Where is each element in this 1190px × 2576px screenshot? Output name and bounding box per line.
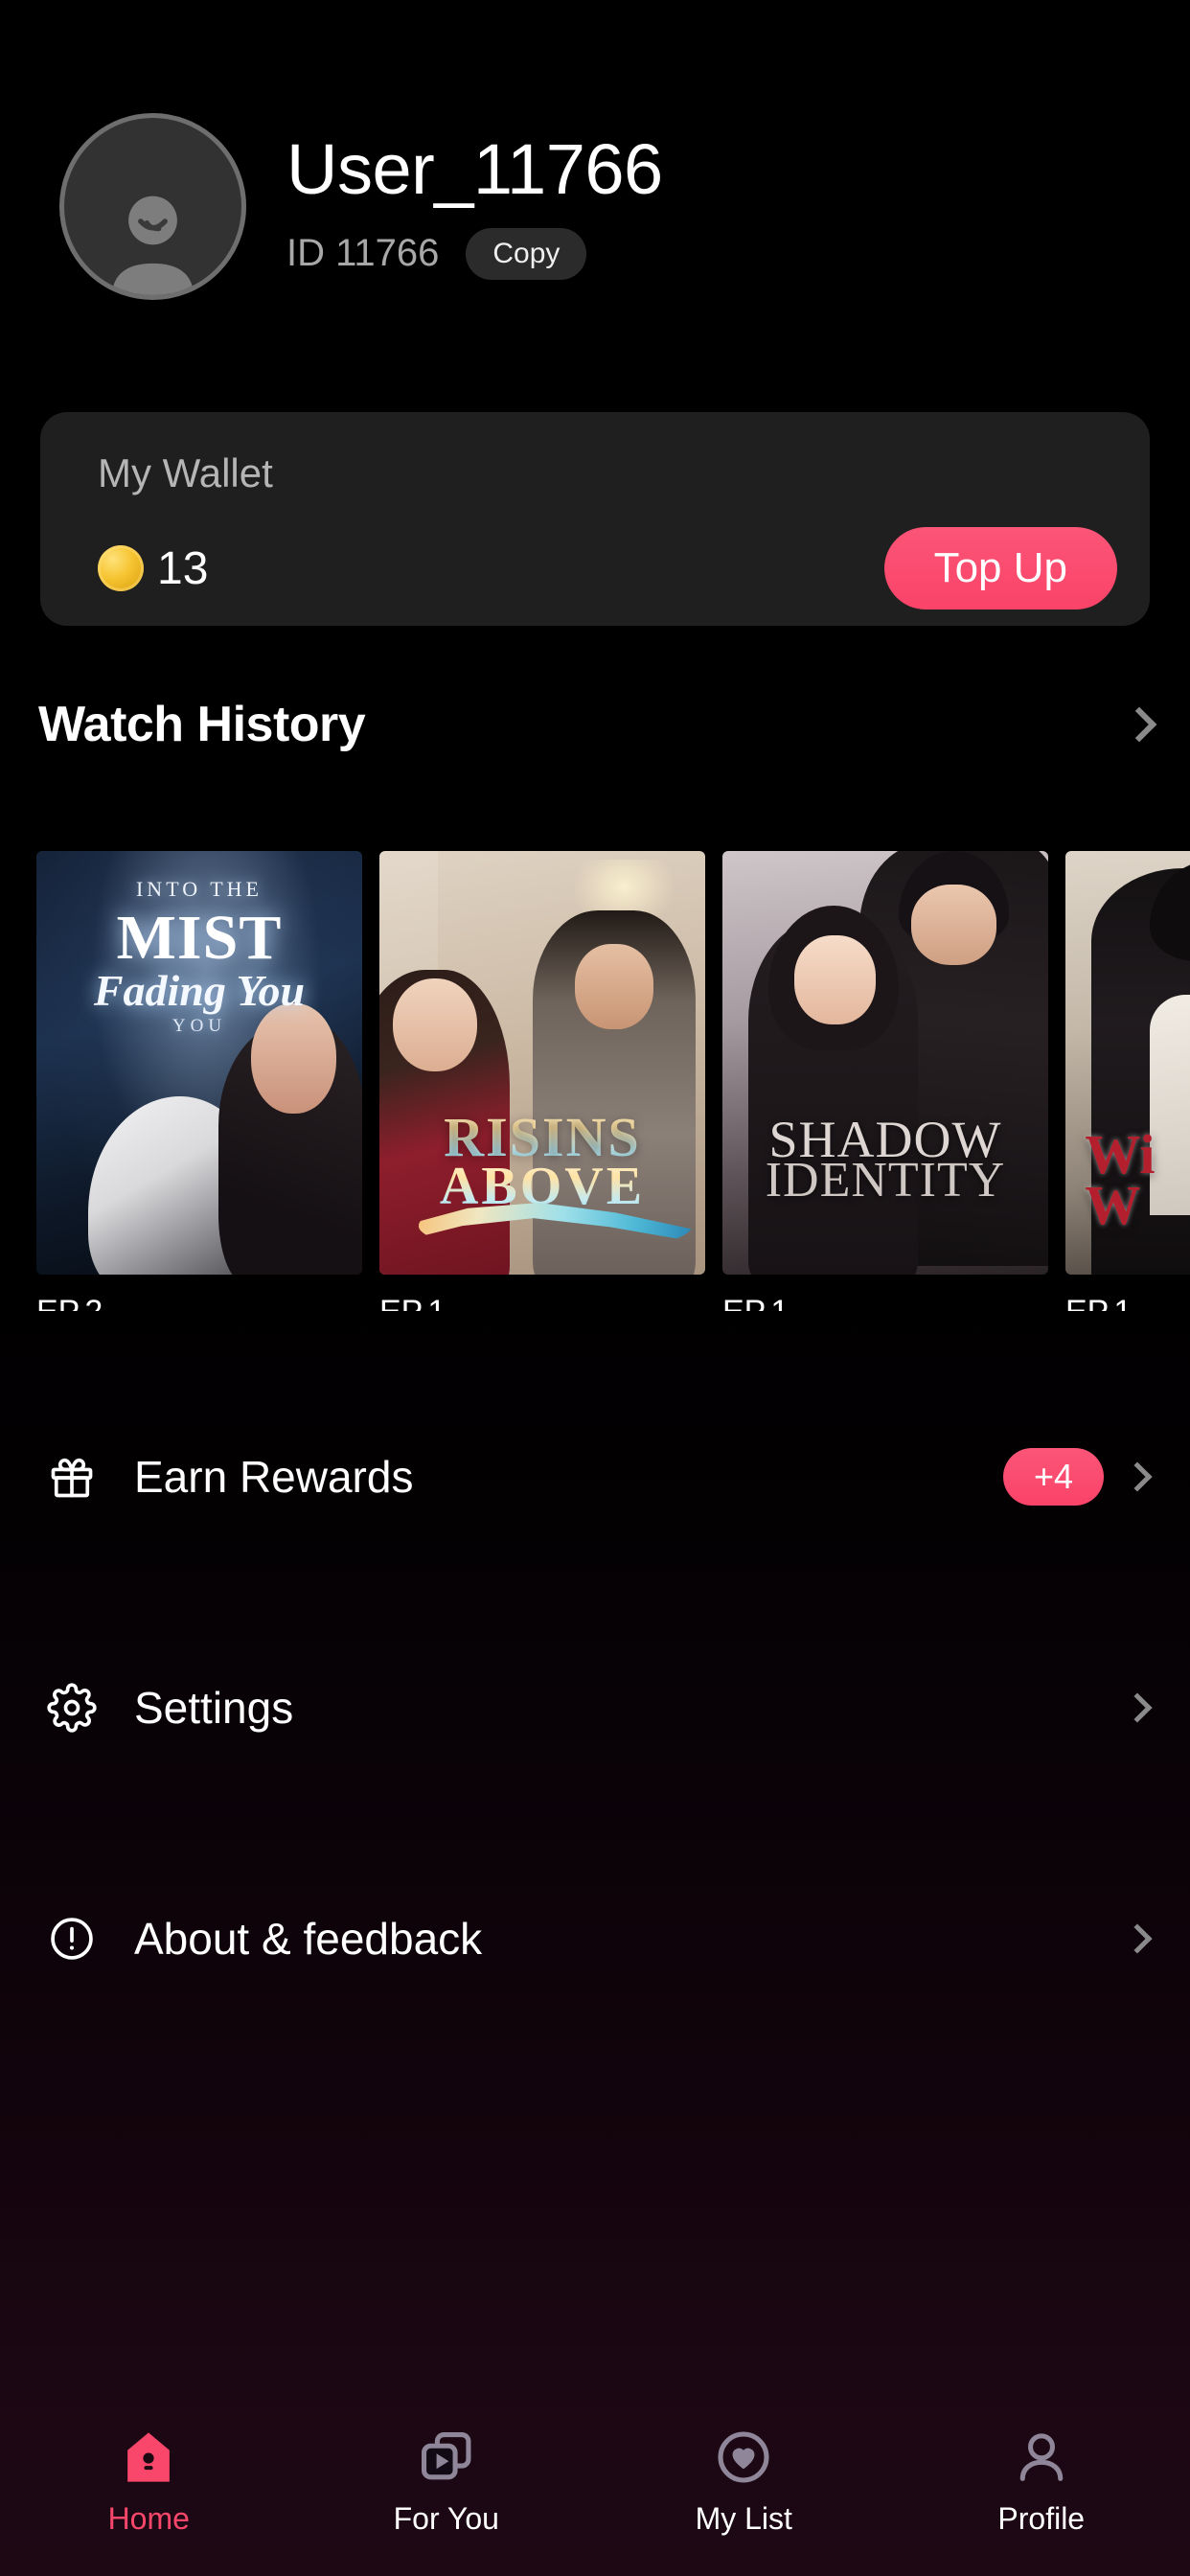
home-icon (127, 2432, 171, 2482)
episode-label: EP.2 (36, 1294, 362, 1311)
chevron-right-icon[interactable] (1122, 1923, 1153, 1954)
copy-button[interactable]: Copy (466, 227, 587, 280)
poster-title-line: IDENTITY (765, 1152, 1006, 1208)
poster-thumbnail[interactable]: RISINS ABOVE (379, 851, 705, 1275)
poster-art: Wi W (1065, 851, 1190, 1275)
tab-profile[interactable]: Profile (893, 2426, 1190, 2537)
watch-history-title: Watch History (38, 697, 366, 752)
tab-label: For You (393, 2501, 499, 2536)
poster-art: SHADOW IDENTITY (722, 851, 1048, 1275)
tab-home[interactable]: Home (0, 2426, 298, 2537)
heart-circle-icon (718, 2431, 769, 2483)
watch-history-header[interactable]: Watch History (38, 696, 1157, 753)
episode-label: EP.1 (722, 1294, 1048, 1311)
watch-history-card[interactable]: RISINS ABOVE EP.1 (379, 851, 705, 1311)
menu-item-about-feedback[interactable]: About & feedback (0, 1882, 1190, 1995)
wallet-balance-row: 13 Top Up (98, 527, 1117, 610)
tab-for-you[interactable]: For You (298, 2426, 596, 2537)
poster-title-line: Fading You (93, 966, 306, 1016)
menu-item-label: Earn Rewards (134, 1452, 414, 1502)
chevron-right-icon[interactable] (1122, 1692, 1153, 1723)
episode-label: EP.1 (1065, 1294, 1190, 1311)
watch-history-card[interactable]: INTO THE MIST Fading You YOU EP.2 (36, 851, 362, 1311)
chevron-right-icon[interactable] (1121, 706, 1157, 743)
menu-item-settings[interactable]: Settings (0, 1651, 1190, 1764)
tab-my-list[interactable]: My List (595, 2426, 893, 2537)
poster-thumbnail[interactable]: Wi W (1065, 851, 1190, 1275)
id-row: ID 11766 Copy (286, 227, 663, 280)
poster-art: INTO THE MIST Fading You YOU (36, 851, 362, 1275)
info-circle-icon (42, 1914, 102, 1964)
person-icon (1019, 2433, 1064, 2481)
tab-label: Profile (997, 2501, 1086, 2536)
identity-block: User_11766 ID 11766 Copy (286, 113, 663, 280)
tab-label: My List (695, 2501, 792, 2536)
watch-history-card[interactable]: SHADOW IDENTITY EP.1 (722, 851, 1048, 1311)
profile-screen: User_11766 ID 11766 Copy My Wallet 13 To… (0, 0, 1190, 2576)
wallet-card[interactable]: My Wallet 13 Top Up (40, 412, 1150, 626)
watch-history-card[interactable]: Wi W EP.1 (1065, 851, 1190, 1311)
for-you-stack-play-icon (421, 2432, 471, 2480)
poster-title-line: MIST (116, 903, 283, 974)
poster-title-line: W (1085, 1173, 1141, 1236)
gold-coin-icon (98, 545, 144, 591)
poster-thumbnail[interactable]: INTO THE MIST Fading You YOU (36, 851, 362, 1275)
wallet-title: My Wallet (98, 450, 273, 495)
coin-amount: 13 (157, 542, 209, 594)
top-up-button[interactable]: Top Up (883, 527, 1117, 610)
chevron-right-icon[interactable] (1122, 1461, 1153, 1492)
gift-icon (42, 1452, 102, 1502)
menu-item-label: Settings (134, 1683, 294, 1733)
status-badge: +4 (1002, 1448, 1104, 1506)
episode-label: EP.1 (379, 1294, 705, 1311)
page-title: User_11766 (286, 129, 663, 209)
poster-title-line: YOU (172, 1016, 227, 1037)
profile-header: User_11766 ID 11766 Copy (0, 113, 663, 300)
bottom-navigation: Home For You My List Profile (0, 2405, 1190, 2576)
avatar[interactable] (59, 113, 246, 300)
poster-thumbnail[interactable]: SHADOW IDENTITY (722, 851, 1048, 1275)
menu-item-label: About & feedback (134, 1914, 483, 1964)
tab-label: Home (107, 2501, 190, 2536)
coin-balance: 13 (98, 542, 208, 595)
gear-icon (42, 1683, 102, 1733)
person-placeholder-icon (111, 196, 195, 295)
poster-art: RISINS ABOVE (379, 851, 705, 1275)
watch-history-rail[interactable]: INTO THE MIST Fading You YOU EP.2 RISINS… (0, 851, 1190, 1311)
user-id: ID 11766 (286, 232, 440, 275)
poster-title-line: INTO THE (135, 876, 263, 901)
menu-item-earn-rewards[interactable]: Earn Rewards +4 (0, 1420, 1190, 1533)
